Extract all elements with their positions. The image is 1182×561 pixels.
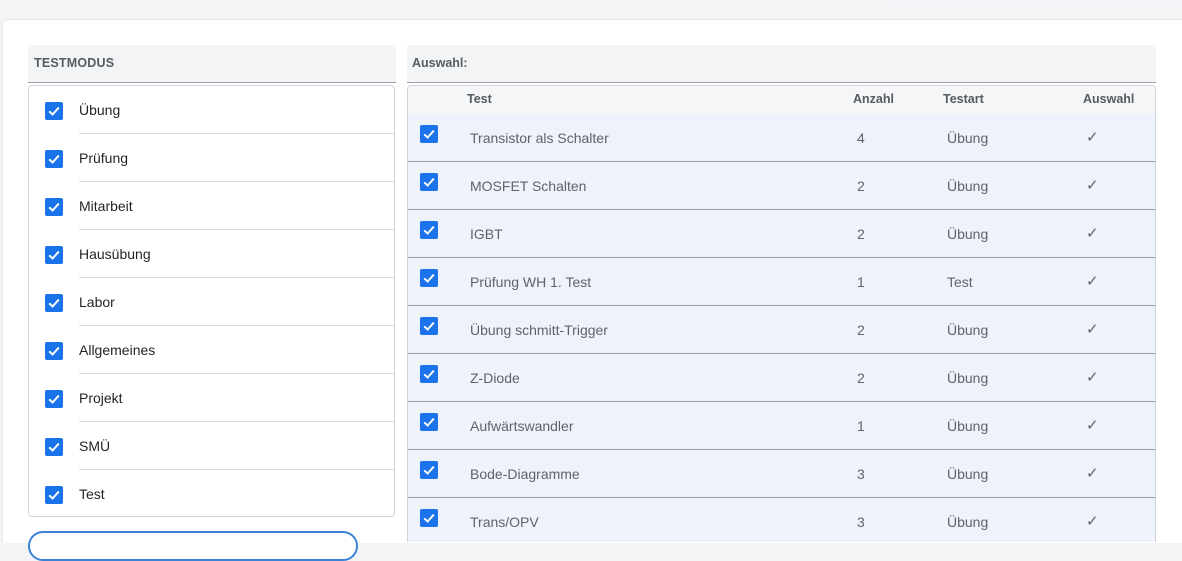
testmodus-item-label: Mitarbeit	[79, 198, 133, 214]
row-checkbox[interactable]	[420, 461, 438, 479]
table-header: Test Anzahl Testart Auswahl	[408, 86, 1155, 115]
column-header-auswahl[interactable]: Auswahl	[1083, 92, 1134, 106]
testmodus-item-label: Test	[79, 486, 105, 502]
cell-test: Transistor als Schalter	[470, 130, 609, 146]
table-row[interactable]: Z-Diode 2 Übung ✓	[408, 354, 1155, 402]
row-checkbox[interactable]	[420, 413, 438, 431]
cell-anzahl: 4	[857, 130, 865, 146]
testmodus-item[interactable]: Labor	[29, 278, 394, 326]
cell-testart: Übung	[947, 466, 989, 482]
cell-test: Z-Diode	[470, 370, 520, 386]
check-mark-icon: ✓	[1086, 177, 1099, 194]
table-row[interactable]: MOSFET Schalten 2 Übung ✓	[408, 162, 1155, 210]
cell-anzahl: 2	[857, 370, 865, 386]
checkbox-checked-icon[interactable]	[45, 438, 63, 456]
table-row[interactable]: Trans/OPV 3 Übung ✓	[408, 498, 1155, 542]
cell-anzahl: 3	[857, 466, 865, 482]
testmodus-header: TESTMODUS	[28, 45, 396, 83]
testmodus-list: Übung Prüfung Mitarbeit Hausübung Labor Allge…	[28, 85, 395, 517]
testmodus-item-label: Projekt	[79, 390, 123, 406]
cell-anzahl: 2	[857, 226, 865, 242]
checkbox-checked-icon[interactable]	[45, 390, 63, 408]
row-checkbox[interactable]	[420, 173, 438, 191]
auswahl-title: Auswahl:	[412, 56, 468, 70]
cell-anzahl: 2	[857, 178, 865, 194]
checkbox-checked-icon[interactable]	[45, 486, 63, 504]
bottom-action-button[interactable]	[28, 531, 358, 561]
row-checkbox[interactable]	[420, 317, 438, 335]
testmodus-item[interactable]: Test	[29, 470, 394, 518]
cell-test: Bode-Diagramme	[470, 466, 580, 482]
cell-testart: Übung	[947, 418, 989, 434]
cell-test: Übung schmitt-Trigger	[470, 322, 608, 338]
checkbox-checked-icon[interactable]	[45, 294, 63, 312]
cell-anzahl: 1	[857, 418, 865, 434]
testmodus-title: TESTMODUS	[34, 56, 115, 70]
cell-test: MOSFET Schalten	[470, 178, 587, 194]
testmodus-item-label: Prüfung	[79, 150, 129, 166]
cell-testart: Übung	[947, 322, 989, 338]
cell-testart: Übung	[947, 130, 989, 146]
row-checkbox[interactable]	[420, 269, 438, 287]
testmodus-item[interactable]: Mitarbeit	[29, 182, 394, 230]
table-row[interactable]: Transistor als Schalter 4 Übung ✓	[408, 114, 1155, 162]
cell-testart: Übung	[947, 514, 989, 530]
check-mark-icon: ✓	[1086, 273, 1099, 290]
cell-testart: Übung	[947, 370, 989, 386]
checkbox-checked-icon[interactable]	[45, 102, 63, 120]
checkbox-checked-icon[interactable]	[45, 198, 63, 216]
check-mark-icon: ✓	[1086, 225, 1099, 242]
auswahl-header: Auswahl:	[407, 45, 1156, 83]
column-header-anzahl[interactable]: Anzahl	[853, 92, 894, 106]
row-checkbox[interactable]	[420, 125, 438, 143]
table-row[interactable]: Bode-Diagramme 3 Übung ✓	[408, 450, 1155, 498]
testmodus-item[interactable]: Hausübung	[29, 230, 394, 278]
test-table: Test Anzahl Testart Auswahl Transistor a…	[407, 85, 1156, 542]
row-checkbox[interactable]	[420, 509, 438, 527]
row-checkbox[interactable]	[420, 221, 438, 239]
testmodus-item-label: Übung	[79, 102, 121, 118]
checkbox-checked-icon[interactable]	[45, 342, 63, 360]
cell-test: Prüfung WH 1. Test	[470, 274, 592, 290]
cell-testart: Test	[947, 274, 973, 290]
cell-test: Trans/OPV	[470, 514, 539, 530]
cell-test: IGBT	[470, 226, 503, 242]
testmodus-item-label: SMÜ	[79, 438, 111, 454]
cell-test: Aufwärtswandler	[470, 418, 574, 434]
table-row[interactable]: Aufwärtswandler 1 Übung ✓	[408, 402, 1155, 450]
testmodus-item-label: Allgemeines	[79, 342, 156, 358]
check-mark-icon: ✓	[1086, 369, 1099, 386]
check-mark-icon: ✓	[1086, 129, 1099, 146]
cell-anzahl: 2	[857, 322, 865, 338]
testmodus-item[interactable]: Übung	[29, 86, 394, 134]
table-row[interactable]: IGBT 2 Übung ✓	[408, 210, 1155, 258]
top-right-panel	[892, 0, 1182, 9]
cell-anzahl: 3	[857, 514, 865, 530]
column-header-test[interactable]: Test	[467, 92, 492, 106]
testmodus-item-label: Labor	[79, 294, 115, 310]
testmodus-item[interactable]: Allgemeines	[29, 326, 394, 374]
check-mark-icon: ✓	[1086, 465, 1099, 482]
table-row[interactable]: Prüfung WH 1. Test 1 Test ✓	[408, 258, 1155, 306]
checkbox-checked-icon[interactable]	[45, 246, 63, 264]
check-mark-icon: ✓	[1086, 417, 1099, 434]
cell-testart: Übung	[947, 226, 989, 242]
check-mark-icon: ✓	[1086, 321, 1099, 338]
table-row[interactable]: Übung schmitt-Trigger 2 Übung ✓	[408, 306, 1155, 354]
testmodus-item-label: Hausübung	[79, 246, 151, 262]
testmodus-item[interactable]: SMÜ	[29, 422, 394, 470]
testmodus-item[interactable]: Projekt	[29, 374, 394, 422]
testmodus-item[interactable]: Prüfung	[29, 134, 394, 182]
column-header-testart[interactable]: Testart	[943, 92, 984, 106]
check-mark-icon: ✓	[1086, 513, 1099, 530]
cell-testart: Übung	[947, 178, 989, 194]
checkbox-checked-icon[interactable]	[45, 150, 63, 168]
row-checkbox[interactable]	[420, 365, 438, 383]
cell-anzahl: 1	[857, 274, 865, 290]
